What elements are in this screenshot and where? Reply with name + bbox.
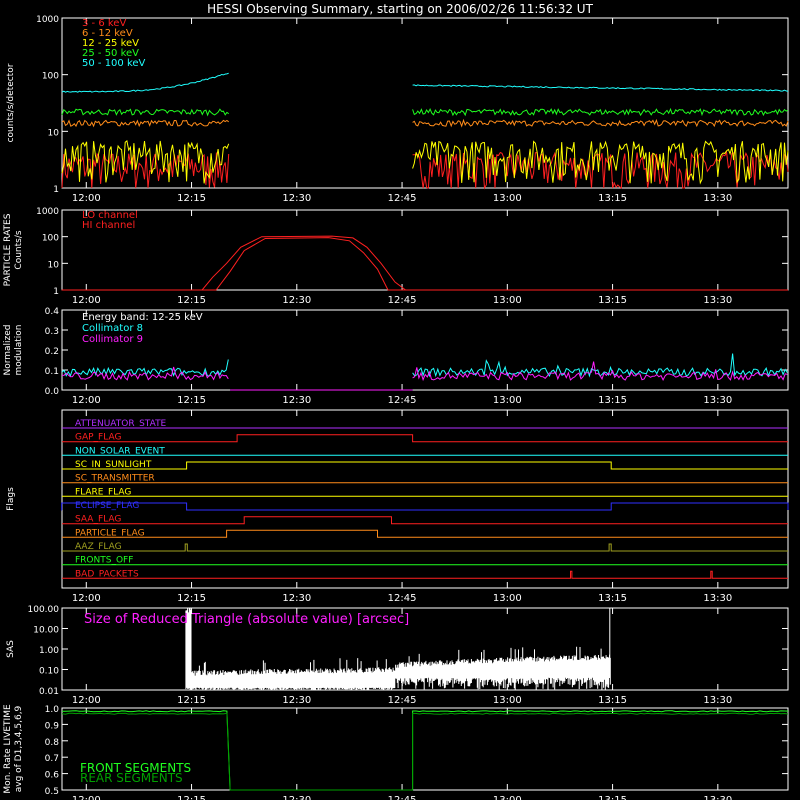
panel-4-xtick-label: 12:00 bbox=[72, 695, 101, 706]
panel-2-xtick-label: 13:15 bbox=[598, 395, 627, 406]
modulation-annotation: Energy band: 12-25 keV bbox=[82, 312, 203, 323]
flag-label-3: SC_IN_SUNLIGHT bbox=[75, 460, 152, 470]
panel-4-xtick-label: 12:30 bbox=[282, 695, 311, 706]
panel-4-ylabel: SAS bbox=[6, 640, 16, 658]
panel-2-ytick-label: 0.0 bbox=[45, 387, 60, 397]
panel-4-ytick-label: 0.01 bbox=[39, 687, 59, 697]
panel-5-xtick-label: 13:15 bbox=[598, 795, 627, 800]
panel-2-xtick-label: 12:45 bbox=[388, 395, 417, 406]
modulation-legend-1: Collimator 9 bbox=[82, 334, 143, 345]
panel-3-xtick-label: 12:30 bbox=[282, 593, 311, 604]
panel-1-ylabel: PARTICLE RATES bbox=[3, 213, 13, 286]
panel-4-xtick-label: 13:30 bbox=[703, 695, 732, 706]
panel-4-ytick-label: 100.00 bbox=[28, 605, 60, 615]
panel-1-ytick-label: 1 bbox=[53, 287, 59, 297]
flag-label-10: FRONTS_OFF bbox=[75, 556, 133, 566]
panel-0-xtick-label: 12:00 bbox=[72, 193, 101, 204]
panel-4-xtick-label: 12:15 bbox=[177, 695, 206, 706]
panel-5-ytick-label: 1.0 bbox=[45, 705, 60, 715]
panel-2-ylabel: modulation bbox=[14, 325, 24, 376]
panel-5-xtick-label: 12:45 bbox=[388, 795, 417, 800]
flag-label-8: PARTICLE_FLAG bbox=[75, 528, 145, 538]
particle-rate-legend-1: HI channel bbox=[82, 220, 135, 231]
panel-2-xtick-label: 13:00 bbox=[493, 395, 522, 406]
panel-5-ytick-label: 0.5 bbox=[45, 787, 59, 797]
panel-2-ylabel: Normalized bbox=[3, 324, 13, 375]
panel-2-ytick-label: 0.3 bbox=[45, 327, 59, 337]
panel-0-ytick-label: 10 bbox=[48, 128, 60, 138]
flag-label-5: FLARE_FLAG bbox=[75, 487, 131, 497]
flag-label-0: ATTENUATOR_STATE bbox=[75, 419, 167, 429]
panel-0-xtick-label: 12:45 bbox=[388, 193, 417, 204]
panel-1-xtick-label: 13:15 bbox=[598, 295, 627, 306]
panel-1-ytick-label: 10 bbox=[48, 260, 60, 270]
panel-3-xtick-label: 12:15 bbox=[177, 593, 206, 604]
panel-3-xtick-label: 13:00 bbox=[493, 593, 522, 604]
panel-2-ytick-label: 0.2 bbox=[45, 347, 59, 357]
panel-2-xtick-label: 12:30 bbox=[282, 395, 311, 406]
panel-0-ytick-label: 1000 bbox=[36, 15, 59, 25]
panel-2-ytick-label: 0.4 bbox=[45, 307, 60, 317]
panel-0-xtick-label: 13:00 bbox=[493, 193, 522, 204]
panel-1-ytick-label: 100 bbox=[42, 234, 59, 244]
panel-4-ytick-label: 1.00 bbox=[39, 646, 59, 656]
panel-4-ytick-label: 10.00 bbox=[33, 626, 59, 636]
panel-5-ytick-label: 0.9 bbox=[45, 721, 60, 731]
panel-2-xtick-label: 12:00 bbox=[72, 395, 101, 406]
panel-1-xtick-label: 12:30 bbox=[282, 295, 311, 306]
panel-5-xtick-label: 13:30 bbox=[703, 795, 732, 800]
panel-5-ytick-label: 0.8 bbox=[45, 738, 60, 748]
panel-0-xtick-label: 13:15 bbox=[598, 193, 627, 204]
flag-label-6: ECLIPSE_FLAG bbox=[75, 501, 139, 511]
panel-1-xtick-label: 12:45 bbox=[388, 295, 417, 306]
panel-5-xtick-label: 12:15 bbox=[177, 795, 206, 800]
panel-0-ytick-label: 1 bbox=[53, 185, 59, 195]
panel-2-xtick-label: 13:30 bbox=[703, 395, 732, 406]
flag-label-4: SC_TRANSMITTER bbox=[75, 474, 155, 484]
panel-4-xtick-label: 13:15 bbox=[598, 695, 627, 706]
panel-2-xtick-label: 12:15 bbox=[177, 395, 206, 406]
panel-3-xtick-label: 12:45 bbox=[388, 593, 417, 604]
panel-0-xtick-label: 12:15 bbox=[177, 193, 206, 204]
panel-1-xtick-label: 12:00 bbox=[72, 295, 101, 306]
panel-0-xtick-label: 13:30 bbox=[703, 193, 732, 204]
panel-1-xtick-label: 12:15 bbox=[177, 295, 206, 306]
flag-label-1: GAP_FLAG bbox=[75, 433, 121, 443]
panel-0-xtick-label: 12:30 bbox=[282, 193, 311, 204]
panel-5-ytick-label: 0.6 bbox=[45, 771, 60, 781]
panel-2-ytick-label: 0.1 bbox=[45, 367, 59, 377]
panel-5-xtick-label: 12:30 bbox=[282, 795, 311, 800]
panel-4-xtick-label: 13:00 bbox=[493, 695, 522, 706]
panel-1-ylabel: Counts/s bbox=[14, 230, 24, 269]
flag-label-2: NON_SOLAR_EVENT bbox=[75, 446, 165, 456]
flag-label-7: SAA_FLAG bbox=[75, 515, 121, 525]
flag-label-9: AAZ_FLAG bbox=[75, 542, 122, 552]
count-rate-legend-4: 50 - 100 keV bbox=[82, 58, 146, 69]
sas-annotation: Size of Reduced Triangle (absolute value… bbox=[84, 612, 409, 627]
panel-1-ytick-label: 1000 bbox=[36, 207, 59, 217]
panel-4-ytick-label: 0.10 bbox=[39, 667, 59, 677]
panel-5-ylabel: avg of D1,3,4,5,6,9 bbox=[14, 705, 24, 792]
panel-1-xtick-label: 13:30 bbox=[703, 295, 732, 306]
figure-title: HESSI Observing Summary, starting on 200… bbox=[207, 2, 593, 16]
panel-5-xtick-label: 12:00 bbox=[72, 795, 101, 800]
panel-5-xtick-label: 13:00 bbox=[493, 795, 522, 800]
panel-3-ylabel: Flags bbox=[6, 487, 16, 511]
livetime-legend-1: REAR SEGMENTS bbox=[80, 771, 183, 785]
panel-0-ylabel: counts/s/detector bbox=[6, 63, 16, 142]
flag-label-11: BAD_PACKETS bbox=[75, 569, 139, 579]
panel-0-ytick-label: 100 bbox=[42, 72, 59, 82]
panel-4-xtick-label: 12:45 bbox=[388, 695, 417, 706]
panel-3-xtick-label: 13:15 bbox=[598, 593, 627, 604]
panel-3-xtick-label: 13:30 bbox=[703, 593, 732, 604]
panel-5-ylabel: Mon. Rate LIVETIME bbox=[3, 704, 13, 794]
panel-5-ytick-label: 0.7 bbox=[45, 754, 59, 764]
modulation-legend-0: Collimator 8 bbox=[82, 323, 143, 334]
panel-1-xtick-label: 13:00 bbox=[493, 295, 522, 306]
observing-summary-figure: HESSI Observing Summary, starting on 200… bbox=[0, 0, 800, 800]
panel-3-xtick-label: 12:00 bbox=[72, 593, 101, 604]
